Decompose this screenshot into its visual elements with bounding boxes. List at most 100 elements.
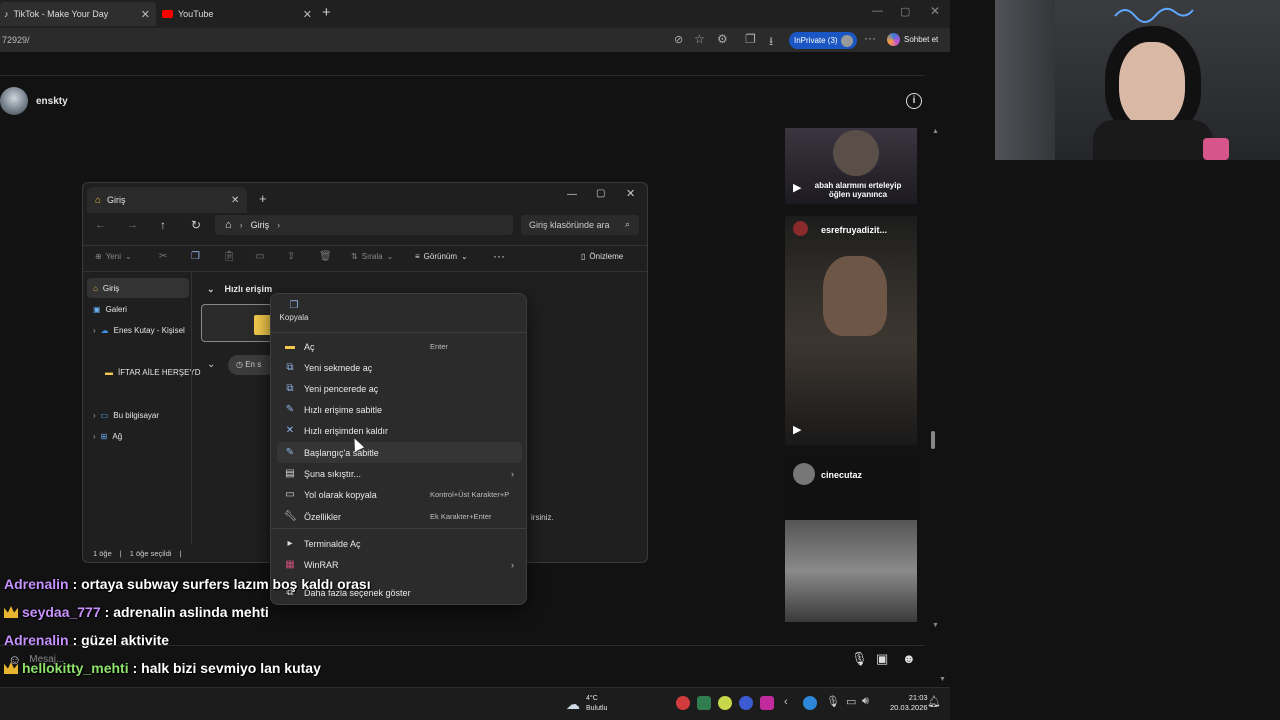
sidebar-item-folder[interactable]: ▬ İFTAR AİLE HERŞEYD — [87, 362, 201, 382]
video-thumb-1[interactable]: ▶ abah alarmını erteleyip öğlen uyanınca — [785, 128, 917, 204]
copy-label: Kopyala — [279, 313, 309, 322]
breadcrumb-item[interactable]: Giriş — [251, 220, 270, 230]
notification-bell-icon[interactable]: 🔔︎ — [927, 695, 941, 708]
recent-filter-chip[interactable]: ◷ En s — [228, 355, 276, 375]
tray-app-icon[interactable] — [739, 696, 753, 710]
sticker-icon[interactable]: ☻ — [902, 651, 916, 666]
sidebar-item-onedrive[interactable]: › ☁ Enes Kutay - Kişisel — [87, 320, 189, 340]
window-close-icon[interactable]: ✕ — [930, 4, 940, 18]
scroll-down-icon[interactable]: ▼ — [939, 676, 946, 683]
menu-item-open-new-tab[interactable]: ⧉ Yeni sekmede aç — [277, 357, 522, 378]
sort-icon: ⇅ — [351, 252, 358, 261]
sidebar-item-network[interactable]: › ⊞ Ağ — [87, 426, 189, 446]
refresh-icon[interactable]: ↻ — [191, 218, 201, 232]
creator-avatar — [793, 221, 808, 236]
menu-item-open-new-window[interactable]: ⧉ Yeni pencerede aç — [277, 378, 522, 399]
tab-youtube[interactable]: YouTube ✕ — [158, 2, 318, 26]
microphone-icon[interactable]: 🎙︎ — [851, 651, 868, 667]
clock[interactable]: 21:03 20.03.2026 — [890, 693, 928, 713]
tray-app-icon[interactable] — [718, 696, 732, 710]
menu-item-open-terminal[interactable]: ▸ Terminalde Aç — [277, 533, 522, 554]
close-tab-icon[interactable]: ✕ — [303, 8, 312, 21]
back-icon[interactable]: ← — [95, 219, 106, 231]
quick-access-header[interactable]: ⌄ Hızlı erişim — [207, 284, 272, 295]
video-thumb-3[interactable]: cinecutaz — [785, 455, 917, 622]
sidebar-item-home[interactable]: ⌂ Giriş — [87, 278, 189, 298]
maximize-icon[interactable]: ▢ — [900, 5, 910, 18]
image-icon[interactable]: ▣ — [876, 651, 888, 667]
tracking-prevention-icon[interactable]: ⊘ — [674, 33, 683, 46]
minimize-icon[interactable]: — — [872, 5, 883, 17]
copilot-chat-button[interactable]: Sohbet et — [887, 33, 938, 46]
display-icon[interactable]: ▭ — [846, 695, 856, 708]
chevron-right-icon[interactable]: › — [93, 411, 96, 420]
menu-item-copy-as-path[interactable]: ▭ Yol olarak kopyala Kontrol+Üst Karakter+… — [277, 484, 522, 505]
collections-icon[interactable]: ❐ — [745, 32, 756, 46]
window-close-icon[interactable]: ✕ — [626, 187, 635, 200]
menu-item-properties[interactable]: 🔧︎ Özellikler Ek Karakter+Enter — [277, 506, 522, 527]
cup-object — [1203, 138, 1229, 160]
copy-icon[interactable]: ❐ — [191, 251, 200, 262]
chevron-left-icon[interactable]: ‹ — [784, 696, 788, 708]
menu-item-winrar[interactable]: ▦ WinRAR › — [277, 554, 522, 575]
view-button[interactable]: ≡ Görünüm ⌄ — [415, 252, 468, 261]
sidebar-item-gallery[interactable]: ▣ Galeri — [87, 299, 189, 319]
user-avatar[interactable] — [0, 87, 28, 115]
download-icon[interactable]: ⭳ — [769, 32, 773, 53]
maximize-icon[interactable]: ▢ — [596, 188, 605, 199]
new-tab-icon[interactable]: + — [322, 4, 331, 21]
menu-item-open[interactable]: ▬ Aç Enter — [277, 336, 522, 357]
rename-icon[interactable]: ▭ — [255, 251, 264, 262]
close-tab-icon[interactable]: ✕ — [231, 195, 239, 206]
scroll-up-icon[interactable]: ▲ — [932, 128, 939, 135]
tab-tiktok[interactable]: ♪ TikTok - Make Your Day ✕ — [0, 2, 156, 26]
scroll-down-icon[interactable]: ▼ — [932, 622, 939, 629]
tray-app-icon[interactable] — [676, 696, 690, 710]
close-tab-icon[interactable]: ✕ — [141, 8, 150, 21]
chevron-down-icon[interactable]: ⌄ — [207, 359, 215, 370]
sidebar-item-this-pc[interactable]: › ▭ Bu bilgisayar — [87, 405, 189, 425]
username[interactable]: enskty — [36, 96, 68, 107]
video-thumb-2[interactable]: esrefruyadizit... ▶ — [785, 216, 917, 445]
explorer-tab[interactable]: ⌂ Giriş ✕ — [87, 187, 247, 213]
menu-item-unpin-quick-access[interactable]: ✕ Hızlı erişimden kaldır — [277, 420, 522, 441]
menu-item-compress[interactable]: ▤ Şuna sıkıştır... › — [277, 463, 522, 484]
tray-app-icon[interactable] — [697, 696, 711, 710]
share-icon[interactable]: ⇪ — [287, 251, 295, 262]
inprivate-badge[interactable]: InPrivate (3) — [789, 32, 857, 49]
forward-icon[interactable]: → — [127, 219, 138, 231]
up-icon[interactable]: ↑ — [160, 218, 166, 232]
weather-widget[interactable]: ☁ 4°C Bulutlu — [566, 694, 607, 714]
chevron-right-icon[interactable]: › — [93, 326, 96, 335]
tray-app-icon[interactable] — [760, 696, 774, 710]
shortcut-text: Ek Karakter+Enter — [430, 512, 492, 521]
more-menu-icon[interactable]: ··· — [864, 31, 876, 45]
preview-button[interactable]: ▯ Önizleme — [581, 252, 623, 261]
info-icon[interactable]: i — [906, 93, 922, 109]
volume-icon[interactable]: 🔊︎ — [862, 695, 869, 708]
rail-scrollbar[interactable]: ▲ ▼ — [929, 128, 939, 629]
search-input[interactable]: Giriş klasöründe ara ⌕ — [521, 215, 639, 235]
new-button[interactable]: ⊕ Yeni ⌄ — [95, 252, 132, 261]
chip-label: En s — [245, 360, 262, 369]
scroll-thumb[interactable] — [931, 431, 935, 449]
paste-icon[interactable]: 📋︎ — [223, 251, 236, 262]
url-field[interactable]: 72929/ — [2, 35, 30, 45]
menu-item-pin-start[interactable]: ✎ Başlangıç'a sabitle — [277, 442, 522, 463]
tray-app-icon[interactable] — [803, 696, 817, 710]
chevron-right-icon[interactable]: › — [93, 432, 96, 441]
minimize-icon[interactable]: — — [567, 189, 577, 200]
menu-item-pin-quick-access[interactable]: ✎ Hızlı erişime sabitle — [277, 399, 522, 420]
cut-icon[interactable]: ✂ — [159, 251, 167, 262]
copy-quick-button[interactable]: ❐ Kopyala — [279, 300, 309, 322]
selected-folder-tile[interactable] — [201, 304, 273, 342]
breadcrumb[interactable]: ⌂ › Giriş › — [215, 215, 513, 235]
more-options-icon[interactable]: ··· — [493, 249, 505, 263]
microphone-icon[interactable]: 🎙︎ — [826, 695, 840, 708]
new-tab-icon[interactable]: + — [259, 191, 267, 206]
sort-button[interactable]: ⇅ Sırala ⌄ — [351, 252, 393, 261]
pin-icon: ✎ — [285, 404, 295, 415]
delete-icon[interactable]: 🗑︎ — [319, 251, 332, 262]
favorite-star-icon[interactable]: ☆ — [694, 32, 705, 46]
extensions-icon[interactable]: ⚙ — [717, 32, 728, 46]
